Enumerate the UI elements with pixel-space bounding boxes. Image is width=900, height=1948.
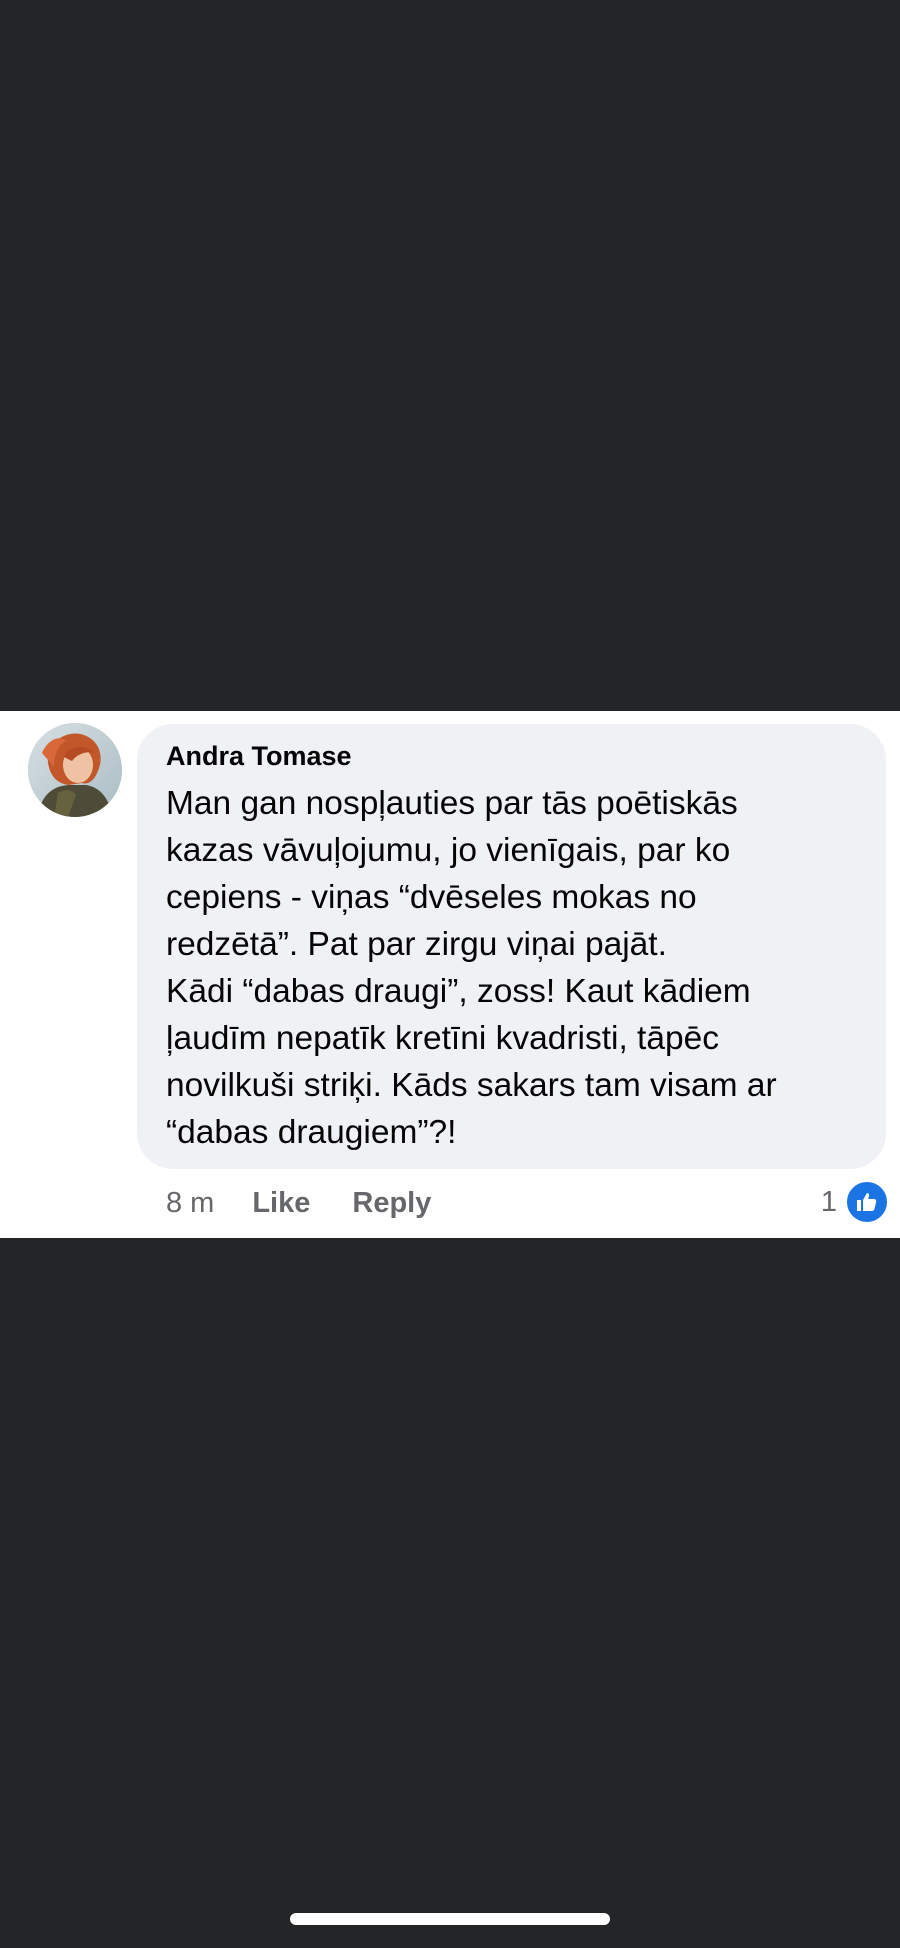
thumbs-up-icon — [845, 1180, 889, 1224]
comment-author[interactable]: Andra Tomase — [166, 741, 352, 772]
comment-text: Man gan nospļauties par tās poētiskās ka… — [166, 780, 874, 1156]
reply-button[interactable]: Reply — [352, 1187, 431, 1220]
comment-timestamp[interactable]: 8 m — [166, 1187, 214, 1220]
comment-text-line: kazas vāvuļojumu, jo vienīgais, par ko — [166, 832, 731, 869]
comment-text-line: redzētā”. Pat par zirgu viņai pajāt. — [166, 926, 667, 963]
background-area-top — [0, 0, 900, 711]
home-indicator[interactable] — [290, 1913, 610, 1925]
comment-bubble: Andra Tomase Man gan nospļauties par tās… — [137, 724, 886, 1169]
comment-text-line: cepiens - viņas “dvēseles mokas no — [166, 879, 697, 916]
comment-text-line: Man gan nospļauties par tās poētiskās — [166, 785, 738, 822]
avatar[interactable] — [28, 723, 122, 817]
reaction-count: 1 — [820, 1185, 837, 1218]
reaction-summary[interactable]: 1 — [820, 1180, 889, 1224]
comment-text-line: “dabas draugiem”?! — [166, 1114, 457, 1151]
comment-text-line: novilkuši striķi. Kāds sakars tam visam … — [166, 1067, 777, 1104]
comment-card: Andra Tomase Man gan nospļauties par tās… — [0, 711, 900, 1238]
avatar-image — [28, 723, 122, 817]
like-button[interactable]: Like — [252, 1187, 310, 1220]
comment-text-line: ļaudīm nepatīk kretīni kvadristi, tāpēc — [166, 1020, 720, 1057]
comment-text-line: Kādi “dabas draugi”, zoss! Kaut kādiem — [166, 973, 751, 1010]
comment-actions: 8 m Like Reply — [166, 1183, 431, 1223]
